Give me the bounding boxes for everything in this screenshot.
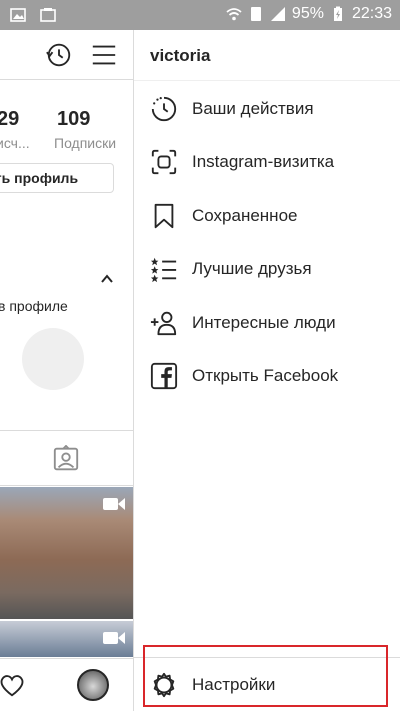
nametag-scan-icon bbox=[149, 147, 179, 177]
heart-icon[interactable] bbox=[0, 671, 26, 699]
menu-item-nametag[interactable]: Instagram-визитка bbox=[134, 135, 400, 188]
menu-item-label: Сохраненное bbox=[192, 205, 298, 225]
wifi-icon bbox=[226, 8, 242, 21]
image-notification-icon bbox=[40, 8, 56, 22]
suggestions-label: в профиле bbox=[0, 298, 68, 314]
activity-clock-icon bbox=[149, 94, 179, 124]
battery-charging-icon bbox=[333, 6, 342, 21]
menu-item-close-friends[interactable]: Лучшие друзья bbox=[134, 242, 400, 295]
status-bar: 95% 22:33 bbox=[0, 0, 400, 30]
close-friends-list-icon bbox=[149, 254, 179, 284]
following-count: 109 bbox=[57, 108, 91, 130]
menu-item-label: Ваши действия bbox=[192, 98, 314, 118]
profile-topbar bbox=[0, 30, 133, 80]
posts-count: 29 bbox=[0, 108, 20, 130]
menu-item-label: Instagram-визитка bbox=[192, 151, 335, 171]
menu-item-saved[interactable]: Сохраненное bbox=[134, 189, 400, 242]
menu-item-your-activity[interactable]: Ваши действия bbox=[134, 82, 400, 135]
edit-profile-button[interactable]: ать профиль bbox=[0, 163, 114, 193]
side-drawer: victoria Ваши действия Instagram-визитка bbox=[133, 30, 400, 711]
bookmark-icon bbox=[149, 201, 179, 231]
menu-item-label: Открыть Facebook bbox=[192, 365, 339, 385]
suggestion-avatar-placeholder bbox=[22, 328, 84, 390]
menu-item-label: Интересные люди bbox=[192, 312, 336, 332]
profile-tabs bbox=[0, 430, 133, 486]
post-thumbnail[interactable] bbox=[0, 621, 133, 657]
bottom-navigation bbox=[0, 658, 133, 711]
menu-item-discover-people[interactable]: Интересные люди bbox=[134, 296, 400, 349]
gallery-notification-icon bbox=[10, 8, 26, 22]
tagged-photos-icon[interactable] bbox=[52, 445, 80, 473]
chevron-up-icon[interactable] bbox=[100, 272, 114, 286]
menu-icon[interactable] bbox=[90, 41, 118, 69]
profile-avatar[interactable] bbox=[77, 669, 109, 701]
clock: 22:33 bbox=[351, 5, 392, 22]
discover-people-icon bbox=[149, 308, 179, 338]
menu-item-open-facebook[interactable]: Открыть Facebook bbox=[134, 349, 400, 402]
drawer-username: victoria bbox=[150, 46, 211, 65]
drawer-divider bbox=[134, 80, 400, 81]
menu-item-label: Лучшие друзья bbox=[192, 258, 312, 278]
archive-history-icon[interactable] bbox=[45, 41, 73, 69]
video-post-icon bbox=[103, 632, 125, 644]
signal-icon bbox=[270, 7, 285, 21]
facebook-icon bbox=[149, 361, 179, 391]
post-thumbnail[interactable] bbox=[0, 487, 133, 619]
following-label: Подписки bbox=[54, 135, 117, 151]
video-post-icon bbox=[103, 498, 125, 510]
settings-label: Настройки bbox=[192, 674, 276, 694]
profile-background: 29 исч... 109 Подписки ать профиль в про… bbox=[0, 30, 133, 711]
battery-percent: 95% bbox=[291, 5, 324, 22]
settings-button[interactable]: Настройки bbox=[134, 658, 400, 711]
sim-icon bbox=[250, 7, 261, 21]
gear-icon bbox=[149, 670, 179, 700]
followers-label: исч... bbox=[0, 135, 30, 151]
